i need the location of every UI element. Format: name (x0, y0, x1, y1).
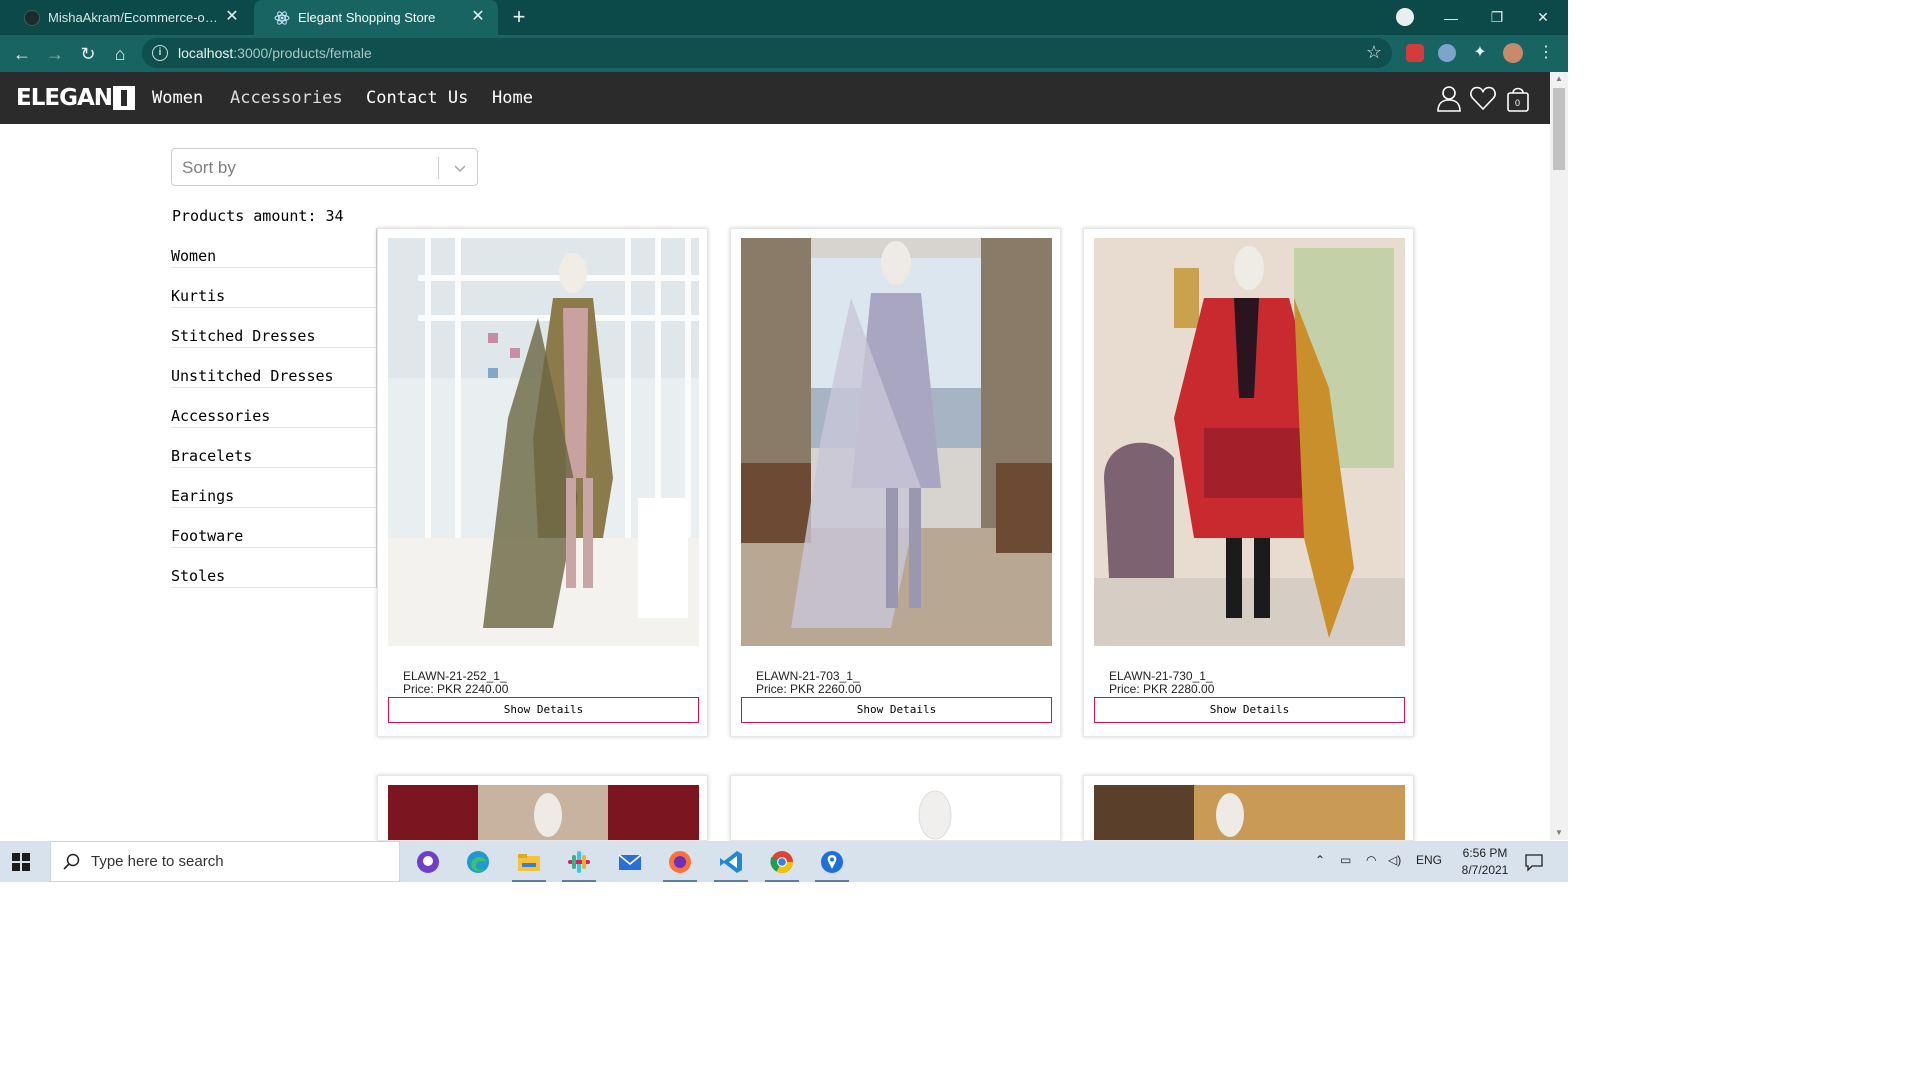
mail-app-icon[interactable] (609, 846, 651, 878)
product-image[interactable] (1094, 785, 1405, 840)
windows-start-icon[interactable] (12, 853, 30, 871)
product-price: Price: PKR 2260.00 (756, 682, 862, 696)
category-stitched-dresses[interactable]: Stitched Dresses (171, 308, 377, 348)
site-info-icon[interactable]: i (152, 45, 168, 61)
product-price: Price: PKR 2240.00 (403, 682, 509, 696)
product-name: ELAWN-21-730_1_ (1109, 669, 1213, 683)
user-icon[interactable] (1435, 84, 1463, 112)
download-icon[interactable] (1396, 8, 1414, 26)
github-icon (24, 9, 40, 26)
browser-tab-bar: MishaAkram/Ecommerce-online ✕ Elegant Sh… (0, 0, 1568, 35)
back-icon[interactable]: ← (9, 41, 35, 67)
browser-toolbar: ← → ↻ ⌂ i localhost:3000/products/female… (0, 35, 1568, 72)
product-name: ELAWN-21-252_1_ (403, 669, 507, 683)
product-image[interactable] (388, 785, 699, 840)
reload-icon[interactable]: ↻ (75, 41, 101, 67)
windows-taskbar: Type here to search ⌃ ▭ ◠ ◁) ENG 6:56 PM… (0, 841, 1568, 882)
site-navbar: ELEGAN Women Accessories Contact Us Home… (0, 72, 1550, 124)
product-card: ELAWN-21-730_1_ Price: PKR 2280.00 Show … (1083, 228, 1414, 737)
category-accessories[interactable]: Accessories (171, 388, 377, 428)
tab-elegant-store[interactable]: Elegant Shopping Store ✕ (254, 0, 498, 35)
volume-icon[interactable]: ◁) (1388, 853, 1401, 867)
product-card (1083, 775, 1414, 841)
category-kurtis[interactable]: Kurtis (171, 268, 377, 308)
nav-contact-us[interactable]: Contact Us (366, 88, 468, 108)
bookmark-star-icon[interactable]: ☆ (1366, 42, 1382, 63)
category-list: Women Kurtis Stitched Dresses Unstitched… (171, 228, 377, 588)
extension-icon[interactable] (1438, 44, 1456, 62)
show-details-button[interactable]: Show Details (741, 697, 1052, 723)
sort-select[interactable]: Sort by (171, 148, 478, 186)
slack-app-icon[interactable] (558, 846, 600, 882)
taskbar-search-input[interactable]: Type here to search (50, 841, 400, 882)
nav-home[interactable]: Home (492, 88, 533, 108)
product-card: ELAWN-21-252_1_ Price: PKR 2240.00 Show … (377, 228, 708, 737)
cart-count-badge: 0 (1515, 98, 1521, 108)
close-tab-icon[interactable]: ✕ (224, 9, 240, 25)
battery-icon[interactable]: ▭ (1340, 853, 1351, 867)
category-bracelets[interactable]: Bracelets (171, 428, 377, 468)
tab-title: Elegant Shopping Store (298, 10, 436, 25)
file-explorer-app-icon[interactable] (508, 846, 550, 882)
logo[interactable]: ELEGAN (16, 84, 136, 112)
restore-icon[interactable]: ❐ (1474, 0, 1520, 35)
product-name: ELAWN-21-703_1_ (756, 669, 860, 683)
taskbar-clock[interactable]: 6:56 PM 8/7/2021 (1455, 845, 1515, 879)
page-scrollbar[interactable]: ▲ ▼ (1550, 72, 1568, 840)
product-image[interactable] (741, 238, 1052, 646)
heart-icon[interactable] (1469, 84, 1497, 112)
wifi-icon[interactable]: ◠ (1366, 853, 1376, 867)
maps-app-icon[interactable] (811, 846, 853, 882)
react-icon (274, 10, 290, 26)
avatar[interactable] (1503, 43, 1523, 63)
scroll-up-icon[interactable]: ▲ (1550, 72, 1568, 86)
tab-github[interactable]: MishaAkram/Ecommerce-online ✕ (4, 0, 252, 35)
extension-icon[interactable] (1406, 44, 1424, 62)
category-unstitched-dresses[interactable]: Unstitched Dresses (171, 348, 377, 388)
new-tab-icon[interactable]: + (508, 6, 530, 28)
menu-kebab-icon[interactable]: ⋮ (1537, 44, 1555, 62)
product-card (730, 775, 1061, 841)
github-desktop-app-icon[interactable] (407, 846, 449, 878)
vscode-app-icon[interactable] (710, 846, 752, 882)
nav-women[interactable]: Women (152, 88, 203, 108)
minimize-icon[interactable]: — (1428, 0, 1474, 35)
language-indicator[interactable]: ENG (1416, 853, 1442, 867)
search-icon (63, 853, 80, 870)
firefox-app-icon[interactable] (659, 846, 701, 882)
category-footware[interactable]: Footware (171, 508, 377, 548)
nav-accessories[interactable]: Accessories (230, 88, 343, 108)
product-card (377, 775, 708, 841)
category-stoles[interactable]: Stoles (171, 548, 377, 588)
shopping-bag-icon[interactable]: 0 (1504, 84, 1532, 112)
category-earings[interactable]: Earings (171, 468, 377, 508)
tuxedo-logo-icon (113, 86, 136, 110)
products-amount: Products amount: 34 (172, 207, 344, 225)
forward-icon[interactable]: → (42, 41, 68, 67)
notification-icon[interactable] (1524, 852, 1544, 872)
chrome-app-icon[interactable] (761, 846, 803, 882)
close-window-icon[interactable]: ✕ (1520, 0, 1566, 35)
product-price: Price: PKR 2280.00 (1109, 682, 1215, 696)
chevron-down-icon[interactable] (450, 158, 470, 178)
address-bar[interactable]: i localhost:3000/products/female ☆ (142, 38, 1392, 68)
show-details-button[interactable]: Show Details (388, 697, 699, 723)
product-image[interactable] (1094, 238, 1405, 646)
url-text: localhost:3000/products/female (178, 45, 372, 61)
home-icon[interactable]: ⌂ (107, 41, 133, 67)
product-image[interactable] (388, 238, 699, 646)
product-card: ELAWN-21-703_1_ Price: PKR 2260.00 Show … (730, 228, 1061, 737)
category-women[interactable]: Women (171, 228, 377, 268)
show-details-button[interactable]: Show Details (1094, 697, 1405, 723)
edge-app-icon[interactable] (457, 846, 499, 878)
scroll-thumb[interactable] (1553, 88, 1565, 170)
puzzle-icon[interactable]: ✦ (1471, 44, 1489, 62)
show-hidden-icons-icon[interactable]: ⌃ (1315, 853, 1325, 867)
tab-title: MishaAkram/Ecommerce-online (48, 10, 224, 25)
scroll-down-icon[interactable]: ▼ (1550, 826, 1568, 840)
close-tab-icon[interactable]: ✕ (470, 9, 486, 25)
product-image[interactable] (741, 785, 1052, 840)
